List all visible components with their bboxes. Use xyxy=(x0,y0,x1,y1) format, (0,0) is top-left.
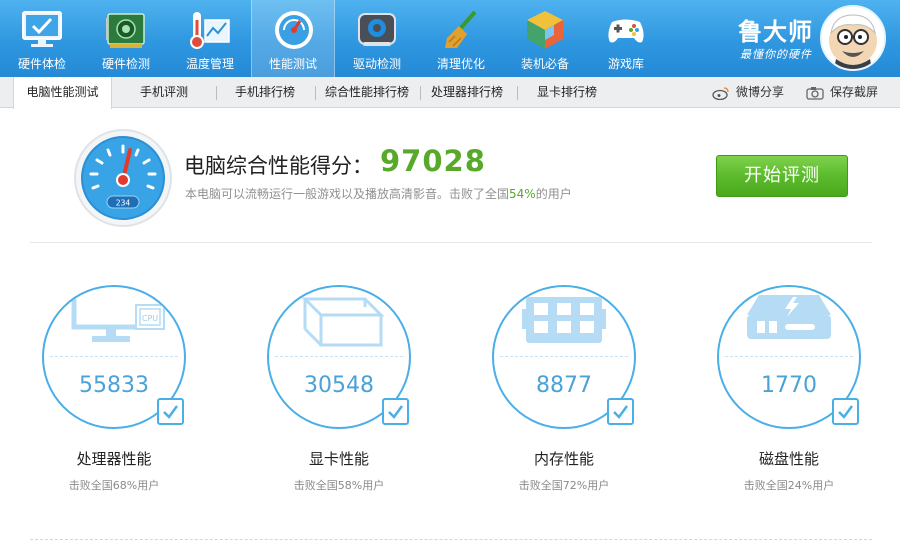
component-score: 1770 xyxy=(761,373,817,398)
checkbox[interactable] xyxy=(382,398,409,425)
start-benchmark-button[interactable]: 开始评测 xyxy=(716,155,848,197)
tool-label: 硬件检测 xyxy=(101,57,150,71)
score-desc-suffix: 的用户 xyxy=(535,187,572,201)
brand-area: 鲁大师 最懂你的硬件 xyxy=(724,0,900,77)
tool-label: 清理优化 xyxy=(436,57,485,71)
score-desc-prefix: 本电脑可以流畅运行一般游戏以及播放高清影音。击败了全国 xyxy=(185,187,510,201)
circuit-board-icon xyxy=(106,13,145,48)
check-icon xyxy=(613,405,629,419)
tab-separator xyxy=(315,86,316,100)
checkbox[interactable] xyxy=(607,398,634,425)
component-score: 55833 xyxy=(79,373,149,398)
performance-gauge: 234 xyxy=(73,128,173,228)
ring-divider xyxy=(500,356,628,357)
gauge-reading: 234 xyxy=(116,199,131,208)
tool-performance-test[interactable]: 性能测试 xyxy=(251,0,335,77)
component-beat-rate: 击败全国72%用户 xyxy=(518,479,610,492)
tool-clean-optimize[interactable]: 清理优化 xyxy=(419,0,503,77)
mascot-face-icon xyxy=(829,14,877,69)
tab-phone-ranking[interactable]: 手机排行榜 xyxy=(223,77,307,108)
tab-overall-ranking[interactable]: 综合性能排行榜 xyxy=(318,77,416,108)
tool-game-library[interactable]: 游戏库 xyxy=(584,0,668,77)
tool-label: 硬件体检 xyxy=(17,57,66,71)
ring-divider xyxy=(275,356,403,357)
brand-slogan: 最懂你的硬件 xyxy=(740,48,812,61)
disk-drive-icon xyxy=(747,295,831,339)
tab-pc-performance[interactable]: 电脑性能测试 xyxy=(13,77,112,109)
disk-performance-card[interactable]: 1770 磁盘性能 击败全国24%用户 xyxy=(714,285,894,505)
sub-tab-bar: 电脑性能测试 手机评测 手机排行榜 综合性能排行榜 处理器排行榜 显卡排行榜 微… xyxy=(0,77,900,109)
weibo-share-button[interactable]: 微博分享 xyxy=(712,77,784,108)
score-description: 本电脑可以流畅运行一般游戏以及播放高清影音。击败了全国54%的用户 xyxy=(185,185,572,202)
weibo-icon xyxy=(712,86,729,100)
ring-divider xyxy=(50,356,178,357)
tool-hardware-checkup[interactable]: 硬件体检 xyxy=(0,0,84,77)
cube-box-icon xyxy=(527,11,563,49)
speedometer-icon xyxy=(275,11,313,49)
graphics-cube-icon xyxy=(301,297,385,347)
check-icon xyxy=(838,405,854,419)
monitor-check-icon xyxy=(22,11,62,47)
cpu-chip-label: CPU xyxy=(142,314,158,323)
component-beat-rate: 击败全国58%用户 xyxy=(293,479,385,492)
section-divider xyxy=(30,242,872,243)
tool-essential-install[interactable]: 装机必备 xyxy=(503,0,587,77)
component-beat-rate: 击败全国68%用户 xyxy=(68,479,160,492)
gpu-performance-card[interactable]: 30548 显卡性能 击败全国58%用户 xyxy=(264,285,444,505)
component-name: 磁盘性能 xyxy=(758,450,819,468)
tab-separator xyxy=(420,86,421,100)
gamepad-icon xyxy=(608,19,644,43)
tool-label: 性能测试 xyxy=(268,57,317,71)
checkbox[interactable] xyxy=(157,398,184,425)
tool-label: 温度管理 xyxy=(185,57,234,71)
camera-icon xyxy=(806,86,824,100)
cpu-performance-card[interactable]: CPU 55833 处理器性能 击败全国68%用户 xyxy=(39,285,219,505)
tool-label: 驱动检测 xyxy=(352,57,401,71)
tab-cpu-ranking[interactable]: 处理器排行榜 xyxy=(424,77,510,108)
tool-label: 游戏库 xyxy=(607,57,644,71)
tool-hardware-detect[interactable]: 硬件检测 xyxy=(84,0,168,77)
top-toolbar: 硬件体检 硬件检测 温度管理 性能测试 驱动检测 清理优化 装机必备 游戏库 鲁… xyxy=(0,0,900,77)
score-desc-percent: 54% xyxy=(509,187,536,201)
driver-gear-icon xyxy=(358,13,396,46)
memory-chip-icon xyxy=(522,297,606,343)
score-title: 电脑综合性能得分： xyxy=(184,154,373,178)
component-score: 8877 xyxy=(536,373,592,398)
tab-separator xyxy=(517,86,518,100)
gauge-dial-icon: 234 xyxy=(74,129,172,227)
component-name: 显卡性能 xyxy=(308,450,369,468)
thermometer-icon xyxy=(190,12,230,49)
tab-separator xyxy=(216,86,217,100)
tool-driver-detect[interactable]: 驱动检测 xyxy=(335,0,419,77)
checkbox[interactable] xyxy=(832,398,859,425)
save-screenshot-label: 保存截屏 xyxy=(830,85,879,99)
weibo-share-label: 微博分享 xyxy=(736,85,785,99)
check-icon xyxy=(163,405,179,419)
ring-divider xyxy=(725,356,853,357)
overall-score-value: 97028 xyxy=(380,144,486,178)
brand-name: 鲁大师 xyxy=(738,17,813,46)
component-score: 30548 xyxy=(304,373,374,398)
cpu-monitor-icon: CPU xyxy=(71,299,165,342)
tab-phone-review[interactable]: 手机评测 xyxy=(122,77,206,108)
tool-label: 装机必备 xyxy=(520,57,569,71)
mascot-avatar[interactable] xyxy=(820,5,886,71)
check-icon xyxy=(388,405,404,419)
component-name: 处理器性能 xyxy=(76,450,152,468)
tab-gpu-ranking[interactable]: 显卡排行榜 xyxy=(528,77,606,108)
memory-performance-card[interactable]: 8877 内存性能 击败全国72%用户 xyxy=(489,285,669,505)
tool-temperature[interactable]: 温度管理 xyxy=(168,0,252,77)
component-beat-rate: 击败全国24%用户 xyxy=(743,479,835,492)
save-screenshot-button[interactable]: 保存截屏 xyxy=(806,77,878,108)
component-name: 内存性能 xyxy=(533,450,594,468)
broom-icon xyxy=(445,10,477,48)
